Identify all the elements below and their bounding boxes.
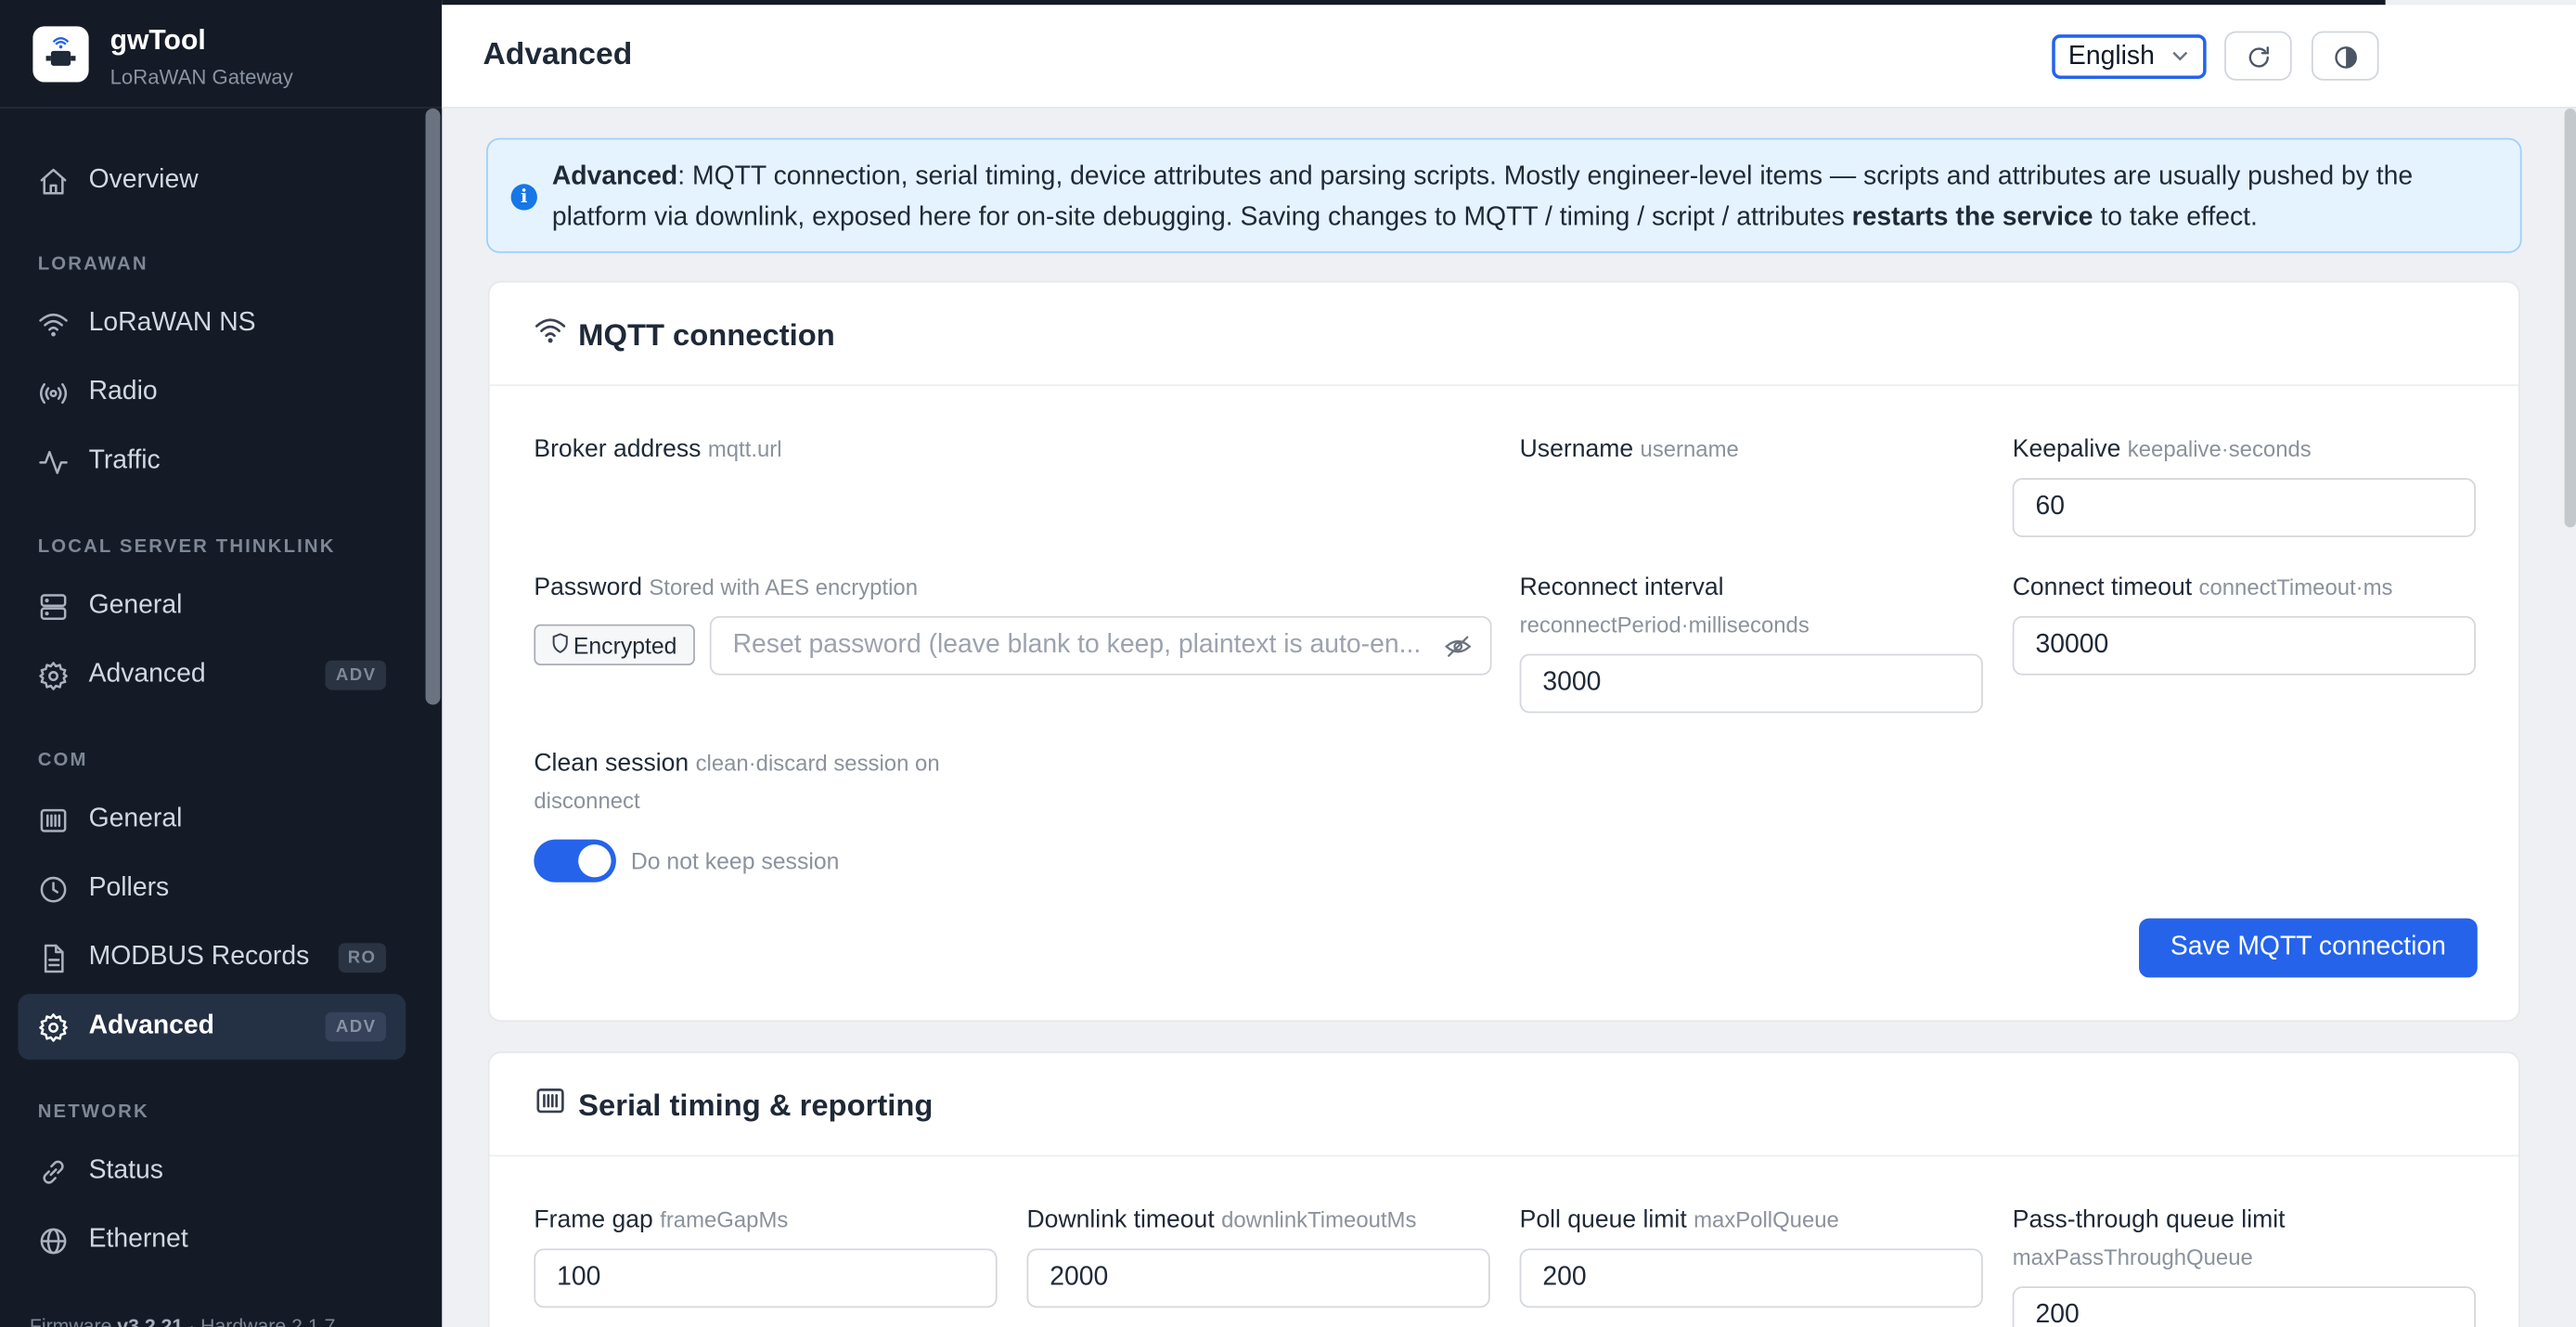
sidebar-item-label: LoRaWAN NS [88,308,256,337]
encrypted-badge: Encrypted [534,624,695,666]
sidebar-item-label: MODBUS Records [88,943,310,972]
contrast-icon [2335,46,2357,69]
page-title: Advanced [483,37,633,72]
ro-badge: RO [338,943,387,973]
sidebar-item-com-advanced[interactable]: Advanced ADV [18,994,406,1060]
document-icon [44,944,64,973]
sidebar-item-radio[interactable]: Radio [18,360,406,426]
keepalive-label: Keepalive keepalive·seconds [2012,435,2312,464]
home-icon [40,168,67,195]
activity-icon [39,450,68,474]
mqtt-connection-card: MQTT connection Broker address mqtt.url … [487,280,2520,1023]
password-input[interactable]: Reset password (leave blank to keep, pla… [709,615,1492,676]
sidebar-item-label: Status [88,1156,163,1185]
chevron-down-icon [2172,51,2188,61]
poll-queue-input[interactable]: 200 [1519,1248,1983,1308]
sidebar-item-lorawan-ns[interactable]: LoRaWAN NS [18,290,406,356]
downlink-timeout-label: Downlink timeout downlinkTimeoutMs [1026,1205,1417,1234]
main-scrollbar[interactable] [2564,108,2576,528]
sidebar-item-pollers[interactable]: Pollers [18,856,406,921]
sidebar-item-label: Ethernet [88,1225,188,1254]
language-value: English [2067,43,2155,71]
eye-off-icon[interactable] [1444,633,1472,661]
sidebar-item-modbus-records[interactable]: MODBUS Records RO [18,925,406,991]
toggle-knob [578,844,612,878]
info-icon: i [510,184,537,211]
sidebar-item-local-advanced[interactable]: Advanced ADV [18,642,406,708]
card-title: Serial timing & reporting [578,1088,934,1123]
server-icon [40,594,67,621]
sidebar-item-label: Traffic [88,446,161,475]
sidebar-item-status[interactable]: Status [18,1139,406,1205]
sidebar-item-ethernet[interactable]: Ethernet [18,1207,406,1273]
broker-address-label: Broker address mqtt.url [534,435,782,464]
sidebar-item-label: Overview [88,165,199,194]
sidebar-item-overview[interactable]: Overview [18,148,406,213]
language-select[interactable]: English [2052,34,2207,79]
downlink-timeout-input[interactable]: 2000 [1026,1248,1490,1308]
save-mqtt-button[interactable]: Save MQTT connection [2139,918,2478,978]
serial-timing-card: Serial timing & reporting Frame gap fram… [487,1051,2520,1327]
radio-icon [39,382,68,405]
sidebar-item-com-general[interactable]: General [18,787,406,853]
top-header: Advanced English [442,5,2576,109]
passthrough-queue-input[interactable]: 200 [2012,1286,2476,1327]
clean-session-toggle-label: Do not keep session [630,847,840,874]
card-header: Serial timing & reporting [489,1053,2519,1157]
app-root: gwTool LoRaWAN Gateway Overview LORAWAN … [0,0,2576,1327]
nav-section-network: NETWORK [37,1102,149,1123]
adv-badge: ADV [326,1011,387,1042]
nav-section-local-server: LOCAL SERVER THINKLINK [37,536,336,558]
nav-section-lorawan: LORAWAN [37,254,148,275]
keepalive-input[interactable]: 60 [2012,478,2476,537]
refresh-button[interactable] [2224,31,2292,81]
sidebar-item-label: Advanced [88,660,206,689]
password-label: Password Stored with AES encryption [534,573,918,601]
theme-toggle-button[interactable] [2311,31,2379,81]
brand-subtitle: LoRaWAN Gateway [109,65,293,89]
card-header: MQTT connection [489,283,2519,387]
brand-name: gwTool [109,24,206,57]
globe-icon [40,1228,67,1255]
reconnect-interval-input[interactable]: 3000 [1519,653,1983,714]
connect-timeout-label: Connect timeout connectTimeout·ms [2012,573,2393,601]
nav-section-com: COM [37,751,88,771]
clean-session-label: Clean session clean·discard session on d… [534,749,940,814]
serial-port-icon [536,1089,564,1114]
refresh-icon [2248,46,2269,68]
serial-port-icon [40,808,67,832]
adv-badge: ADV [326,660,387,690]
sidebar-scrollbar[interactable] [425,108,441,705]
banner-text: Advanced: MQTT connection, serial timing… [551,162,2414,232]
info-banner: i Advanced: MQTT connection, serial timi… [486,137,2522,253]
wifi-icon [535,318,566,343]
sidebar-item-label: Advanced [88,1011,214,1040]
poll-queue-label: Poll queue limit maxPollQueue [1519,1205,1839,1234]
link-icon [43,1160,64,1184]
gear-icon [39,1013,68,1042]
card-title: MQTT connection [578,316,835,352]
sidebar-item-local-general[interactable]: General [18,573,406,639]
shield-icon [552,633,568,653]
sidebar-item-label: Pollers [88,873,170,902]
firmware-version: Firmware v3.2.21 · Hardware 2.1.7 [29,1314,336,1327]
wifi-icon [39,313,68,337]
clean-session-toggle[interactable] [534,839,616,883]
gateway-logo-icon [32,26,89,83]
sidebar-item-label: Radio [88,378,158,406]
sidebar: gwTool LoRaWAN Gateway Overview LORAWAN … [0,0,443,1327]
sidebar-item-label: General [88,591,183,620]
sidebar-item-traffic[interactable]: Traffic [18,429,406,495]
frame-gap-label: Frame gap frameGapMs [534,1205,789,1234]
clock-icon [40,876,67,903]
gear-icon [39,662,68,690]
passthrough-queue-label: Pass-through queue limit maxPassThroughQu… [2012,1205,2286,1270]
reconnect-interval-label: Reconnect interval reconnectPeriod·millis… [1519,573,1810,638]
connect-timeout-input[interactable]: 30000 [2012,615,2476,676]
frame-gap-input[interactable]: 100 [534,1248,998,1308]
username-label: Username username [1519,435,1739,464]
brand: gwTool LoRaWAN Gateway [0,0,443,109]
sidebar-item-label: General [88,805,183,833]
